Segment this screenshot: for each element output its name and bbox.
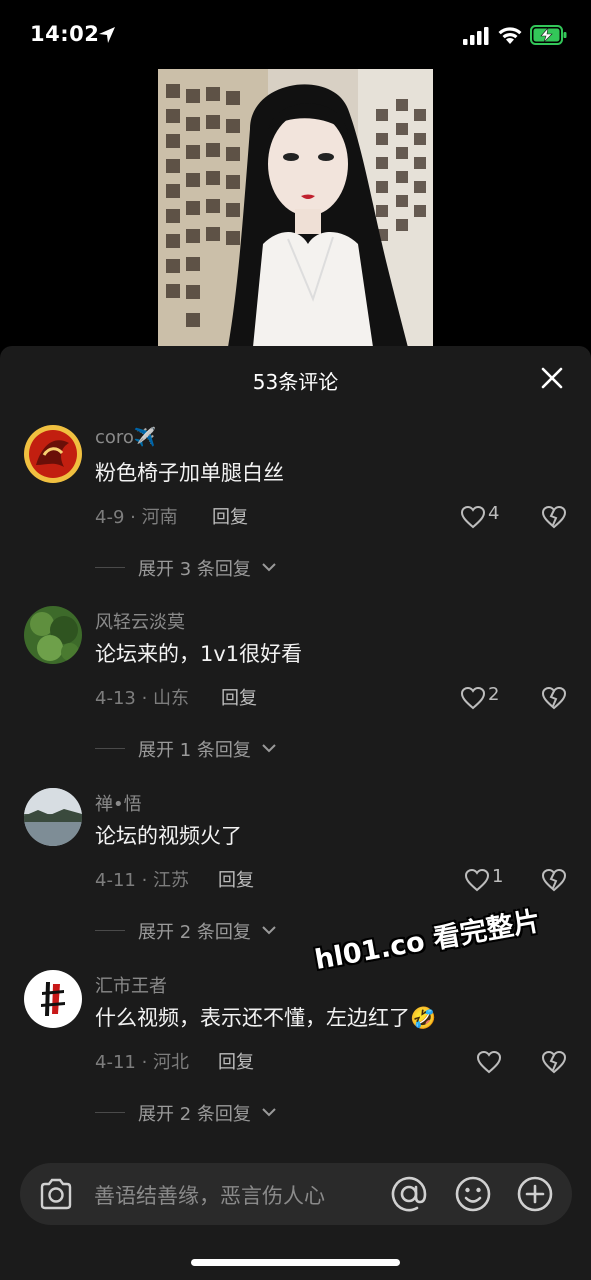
expand-replies-label: 展开 2 条回复	[138, 1104, 251, 1125]
comments-count-title: 53条评论	[252, 370, 339, 394]
battery-charging-icon	[530, 25, 567, 45]
broken-heart-icon[interactable]	[541, 505, 567, 529]
comment-item: 汇市王者 什么视频，表示还不懂，左边红了🤣 4-11 · 河北 回复 展开 2 …	[0, 970, 591, 1151]
expand-replies-label: 展开 1 条回复	[138, 740, 251, 761]
camera-icon[interactable]	[38, 1177, 74, 1211]
divider	[95, 1112, 125, 1113]
avatar[interactable]	[24, 970, 82, 1028]
reply-button[interactable]: 回复	[221, 684, 257, 710]
comment-meta: 4-13 · 山东	[95, 688, 190, 709]
heart-icon[interactable]	[460, 505, 486, 529]
comment-meta: 4-9 · 河南	[95, 507, 178, 528]
location-arrow-icon	[99, 27, 115, 43]
broken-heart-icon[interactable]	[541, 686, 567, 710]
video-frame-image	[158, 69, 433, 347]
like-count: 2	[488, 684, 500, 705]
comment-username[interactable]: 禅•悟	[95, 790, 142, 816]
comment-text: 论坛来的，1v1很好看	[95, 642, 303, 666]
divider	[95, 567, 125, 568]
chevron-down-icon	[262, 744, 276, 753]
avatar[interactable]	[24, 606, 82, 664]
status-bar: 14:02	[0, 0, 591, 72]
comment-username[interactable]: 风轻云淡莫	[95, 608, 185, 634]
reply-button[interactable]: 回复	[218, 866, 254, 892]
comment-text: 论坛的视频火了	[95, 824, 242, 848]
expand-replies-label: 展开 2 条回复	[138, 922, 251, 943]
comment-username[interactable]: 汇市王者	[95, 972, 167, 998]
comment-text: 什么视频，表示还不懂，左边红了🤣	[95, 1006, 437, 1030]
at-icon[interactable]	[390, 1175, 428, 1213]
expand-replies-label: 展开 3 条回复	[138, 559, 251, 580]
chevron-down-icon	[262, 563, 276, 572]
broken-heart-icon[interactable]	[541, 868, 567, 892]
wifi-icon	[498, 27, 522, 44]
avatar[interactable]	[24, 788, 82, 846]
heart-icon[interactable]	[460, 686, 486, 710]
reply-button[interactable]: 回复	[212, 503, 248, 529]
chevron-down-icon	[262, 1108, 276, 1117]
comments-sheet: 53条评论 coro✈️ 粉色椅子加单腿白丝 4-9 · 河南 回复 4 展开 …	[0, 346, 591, 1280]
comment-meta: 4-11 · 江苏	[95, 870, 190, 891]
close-icon[interactable]	[540, 366, 564, 390]
comment-text: 粉色椅子加单腿白丝	[95, 461, 284, 485]
status-time: 14:02	[30, 22, 100, 46]
divider	[95, 930, 125, 931]
comment-meta: 4-11 · 河北	[95, 1052, 190, 1073]
comment-input-bar[interactable]: 善语结善缘，恶言伤人心	[20, 1163, 572, 1225]
heart-icon[interactable]	[476, 1050, 502, 1074]
comment-username[interactable]: coro✈️	[95, 427, 156, 448]
like-count: 1	[492, 866, 504, 887]
like-count: 4	[488, 503, 500, 524]
chevron-down-icon	[262, 926, 276, 935]
video-preview[interactable]	[158, 69, 433, 347]
emoji-icon[interactable]	[454, 1175, 492, 1213]
comment-item: coro✈️ 粉色椅子加单腿白丝 4-9 · 河南 回复 4 展开 3 条回复	[0, 425, 591, 606]
comment-input-placeholder[interactable]: 善语结善缘，恶言伤人心	[94, 1180, 325, 1210]
comment-item: 风轻云淡莫 论坛来的，1v1很好看 4-13 · 山东 回复 2 展开 1 条回…	[0, 606, 591, 787]
cellular-signal-icon	[463, 27, 489, 45]
avatar[interactable]	[24, 425, 82, 483]
heart-icon[interactable]	[464, 868, 490, 892]
home-indicator[interactable]	[191, 1259, 400, 1266]
broken-heart-icon[interactable]	[541, 1050, 567, 1074]
plus-icon[interactable]	[516, 1175, 554, 1213]
divider	[95, 748, 125, 749]
reply-button[interactable]: 回复	[218, 1048, 254, 1074]
